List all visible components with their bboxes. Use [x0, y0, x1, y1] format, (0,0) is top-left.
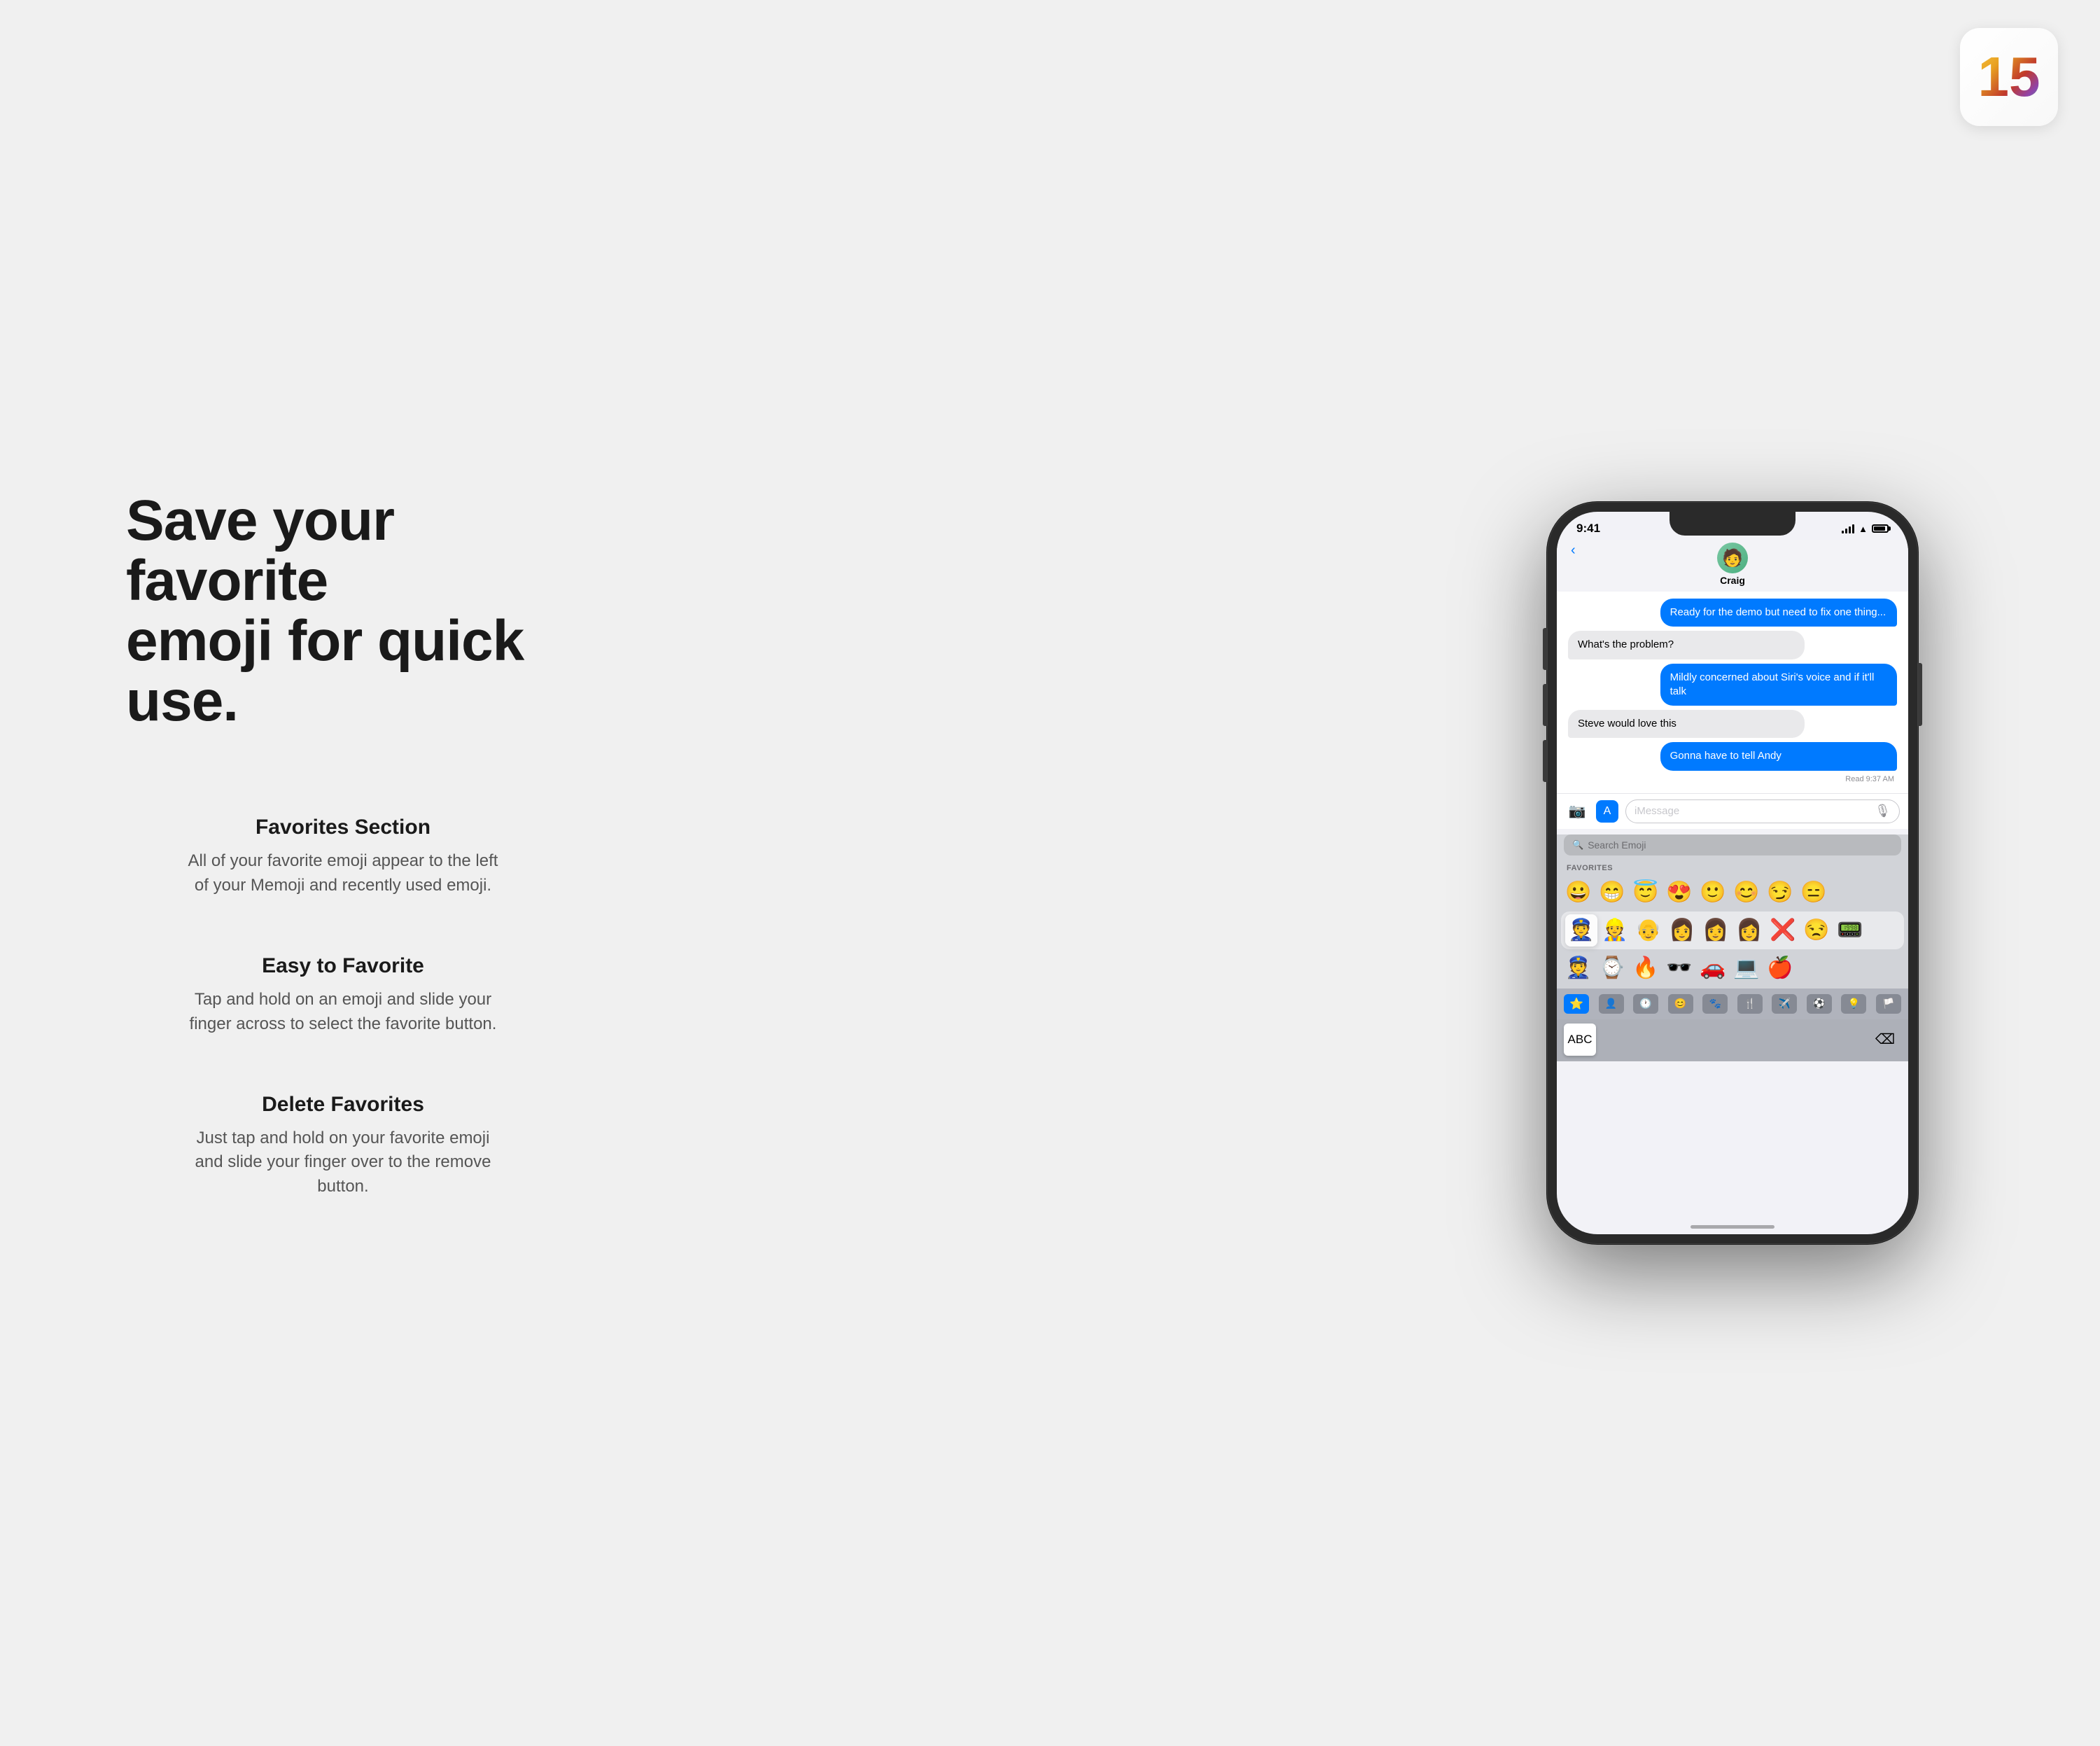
heading-line1: Save your favorite	[126, 489, 394, 613]
contact-name: Craig	[1720, 575, 1745, 586]
emoji-cell-glasses[interactable]: 🕶️	[1663, 952, 1695, 984]
emoji-cell[interactable]: 😍	[1663, 877, 1695, 909]
emoji-cell-person-police[interactable]: 👮	[1565, 914, 1597, 947]
feature-desc-3: Just tap and hold on your favorite emoji…	[182, 1126, 504, 1199]
emoji-category-animal[interactable]: 🐾	[1702, 994, 1728, 1014]
phone-container: 9:41 ▲ ‹ 🧑 Craig	[1547, 502, 1918, 1244]
home-indicator	[1690, 1225, 1774, 1229]
messages-nav-header: ‹ 🧑 Craig	[1557, 540, 1908, 592]
feature-desc-2: Tap and hold on an emoji and slide your …	[182, 988, 504, 1037]
ios15-badge: 15	[1960, 28, 2058, 126]
emoji-cell-fire[interactable]: 🔥	[1630, 952, 1662, 984]
emoji-row-3: 👮 ⌚ 🔥 🕶️ 🚗 💻 🍎	[1557, 951, 1908, 986]
main-heading: Save your favorite emoji for quick use.	[126, 491, 560, 732]
feature-title-3: Delete Favorites	[126, 1093, 560, 1117]
phone-frame: 9:41 ▲ ‹ 🧑 Craig	[1547, 502, 1918, 1244]
emoji-category-travel[interactable]: ✈️	[1772, 994, 1797, 1014]
search-icon: 🔍	[1572, 839, 1583, 851]
audio-icon: 🎙	[1875, 804, 1891, 818]
messages-area: Ready for the demo but need to fix one t…	[1557, 592, 1908, 793]
emoji-category-clock[interactable]: 🕐	[1633, 994, 1658, 1014]
camera-button[interactable]: 📷	[1565, 799, 1589, 823]
emoji-cell-person-construction[interactable]: 👷	[1599, 914, 1631, 947]
status-time: 9:41	[1576, 522, 1600, 536]
emoji-cell-car[interactable]: 🚗	[1697, 952, 1729, 984]
emoji-cell-person-woman[interactable]: 👩	[1666, 914, 1698, 947]
message-bubble-sent-2: Mildly concerned about Siri's voice and …	[1660, 664, 1897, 706]
emoji-category-people[interactable]: 👤	[1599, 994, 1624, 1014]
phone-screen: 9:41 ▲ ‹ 🧑 Craig	[1557, 512, 1908, 1234]
message-bubble-received-2: Steve would love this	[1568, 710, 1805, 738]
keyboard-spacer	[1596, 1024, 1869, 1055]
appstore-button[interactable]: A	[1596, 800, 1618, 823]
emoji-cell-person-woman3[interactable]: 👩	[1733, 914, 1765, 947]
emoji-cell[interactable]: 😀	[1562, 877, 1595, 909]
feature-title-1: Favorites Section	[126, 816, 560, 839]
feature-title-2: Easy to Favorite	[126, 954, 560, 978]
heading-line2: emoji for quick use.	[126, 609, 524, 733]
status-icons: ▲	[1842, 524, 1889, 534]
emoji-category-flags[interactable]: 🏳️	[1876, 994, 1901, 1014]
left-content-panel: Save your favorite emoji for quick use. …	[126, 491, 560, 1255]
emoji-cell[interactable]: 😏	[1764, 877, 1796, 909]
emoji-row-2: 👮 👷 👴 👩 👩 👩 ❌ 😒 📟	[1561, 912, 1904, 949]
feature-delete-favorites: Delete Favorites Just tap and hold on yo…	[126, 1093, 560, 1199]
emoji-search-placeholder: Search Emoji	[1588, 839, 1646, 851]
keyboard-abc-button[interactable]: ABC	[1564, 1024, 1596, 1056]
message-bubble-sent-3: Gonna have to tell Andy	[1660, 742, 1897, 770]
emoji-cell-police2[interactable]: 👮	[1562, 952, 1595, 984]
emoji-category-symbols[interactable]: 💡	[1841, 994, 1866, 1014]
wifi-icon: ▲	[1858, 524, 1868, 534]
ios15-number: 15	[1978, 45, 2040, 109]
feature-easy-favorite: Easy to Favorite Tap and hold on an emoj…	[126, 954, 560, 1037]
keyboard-delete-button[interactable]: ⌫	[1869, 1024, 1901, 1056]
phone-notch	[1670, 512, 1795, 536]
emoji-cell-pager[interactable]: 📟	[1834, 914, 1866, 947]
emoji-cell[interactable]: 😊	[1730, 877, 1763, 909]
emoji-cell-person-woman2[interactable]: 👩	[1700, 914, 1732, 947]
signal-icon	[1842, 524, 1854, 533]
favorites-label: FAVORITES	[1557, 861, 1908, 875]
emoji-category-favorites[interactable]: ⭐	[1564, 994, 1589, 1014]
emoji-search-bar[interactable]: 🔍 Search Emoji	[1564, 834, 1901, 855]
emoji-cell-watch[interactable]: ⌚	[1596, 952, 1628, 984]
emoji-cell-person-older[interactable]: 👴	[1632, 914, 1665, 947]
emoji-category-smiley[interactable]: 😊	[1668, 994, 1693, 1014]
back-button[interactable]: ‹	[1571, 543, 1576, 559]
message-text-input[interactable]: iMessage 🎙	[1625, 799, 1900, 823]
feature-desc-1: All of your favorite emoji appear to the…	[182, 849, 504, 898]
emoji-cell-cross[interactable]: ❌	[1767, 914, 1799, 947]
feature-favorites-section: Favorites Section All of your favorite e…	[126, 816, 560, 898]
emoji-keyboard: 🔍 Search Emoji FAVORITES 😀 😁 😇 😍 🙂 😊 😏 😑	[1557, 834, 1908, 1061]
emoji-cell[interactable]: 🙂	[1697, 877, 1729, 909]
message-bubble-received-1: What's the problem?	[1568, 631, 1805, 659]
read-receipt: Read 9:37 AM	[1568, 775, 1897, 783]
emoji-cell-apple[interactable]: 🍎	[1764, 952, 1796, 984]
message-input-bar: 📷 A iMessage 🎙	[1557, 793, 1908, 829]
message-bubble-sent-1: Ready for the demo but need to fix one t…	[1660, 599, 1897, 627]
battery-fill	[1874, 526, 1885, 531]
contact-avatar: 🧑	[1717, 543, 1748, 573]
emoji-cell-unamused[interactable]: 😒	[1800, 914, 1833, 947]
emoji-category-food[interactable]: 🍴	[1737, 994, 1763, 1014]
emoji-row-1: 😀 😁 😇 😍 🙂 😊 😏 😑	[1557, 875, 1908, 910]
battery-icon	[1872, 524, 1889, 533]
emoji-category-objects[interactable]: ⚽	[1807, 994, 1832, 1014]
emoji-cell-laptop[interactable]: 💻	[1730, 952, 1763, 984]
emoji-cell[interactable]: 😑	[1798, 877, 1830, 909]
emoji-cell[interactable]: 😇	[1630, 877, 1662, 909]
emoji-cell[interactable]: 😁	[1596, 877, 1628, 909]
message-placeholder: iMessage	[1634, 805, 1679, 817]
